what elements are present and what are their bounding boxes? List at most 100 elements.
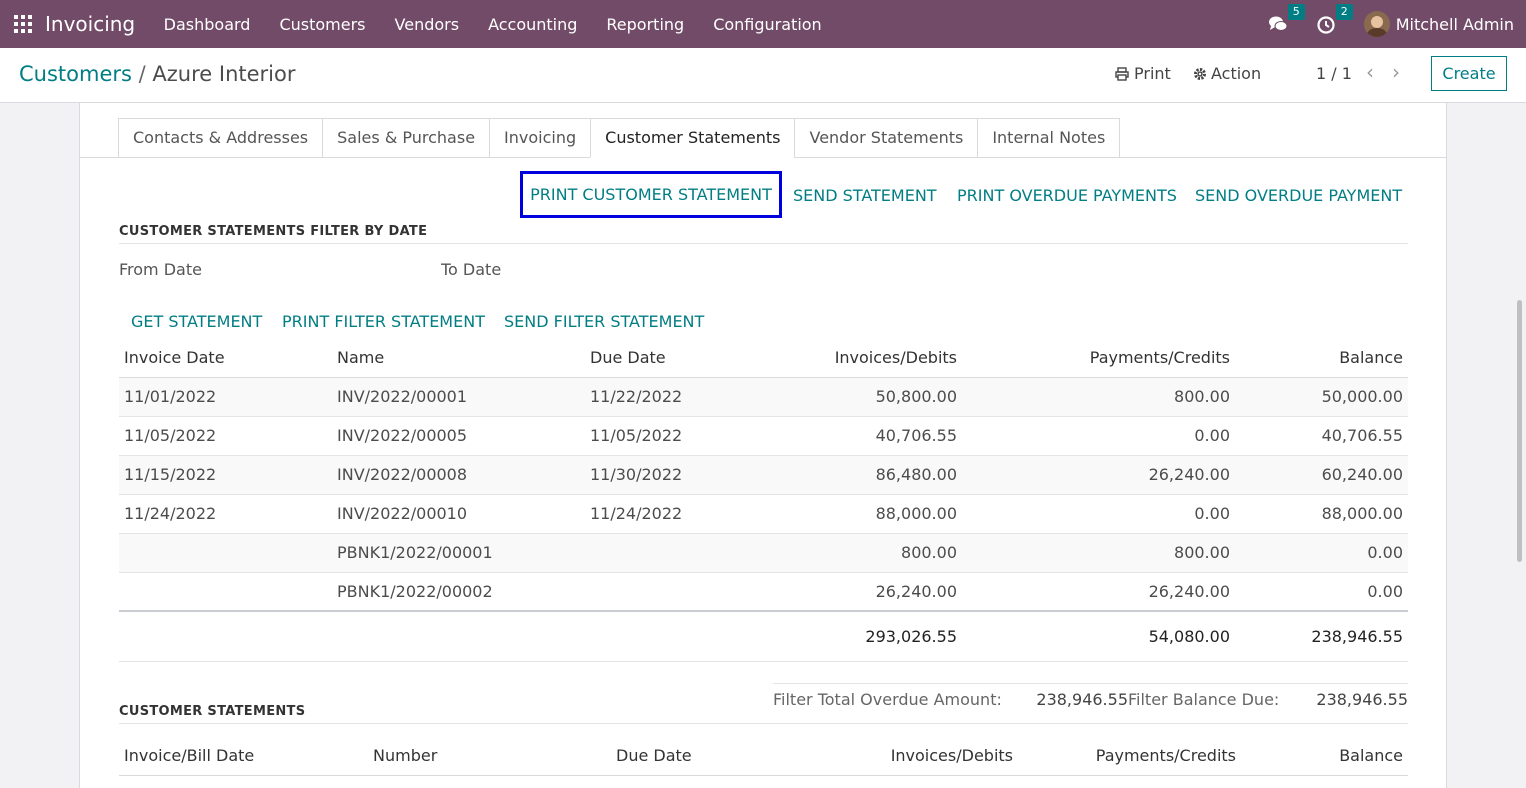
table-row[interactable]: 11/05/2022 INV/2022/00005 11/05/2022 40,… <box>119 416 1408 456</box>
filter-balance-value: 238,946.55 <box>1316 690 1408 709</box>
pager-next-icon[interactable]: › <box>1392 60 1400 84</box>
activities-badge: 2 <box>1335 4 1353 20</box>
cell-payments-credits: 0.00 <box>962 416 1235 456</box>
tab-invoicing[interactable]: Invoicing <box>489 118 591 158</box>
column-header-invoices-debits[interactable]: Invoices/Debits <box>745 339 962 378</box>
column-header-balance[interactable]: Balance <box>1241 737 1408 776</box>
total-balance: 238,946.55 <box>1235 610 1408 662</box>
cell-payments-credits: 800.00 <box>962 377 1235 417</box>
cell-invoices-debits: 26,240.00 <box>745 572 962 612</box>
column-header-invoices-debits[interactable]: Invoices/Debits <box>771 737 1018 776</box>
pager-value[interactable]: 1 / 1 <box>1316 64 1352 83</box>
tab-vendor-statements[interactable]: Vendor Statements <box>794 118 978 158</box>
overdue-summary-divider <box>773 683 1128 684</box>
column-header-name[interactable]: Name <box>332 339 585 378</box>
cell-due-date: 11/22/2022 <box>585 377 745 417</box>
total-invoices-debits: 293,026.55 <box>745 610 962 662</box>
cell-invoices-debits: 800.00 <box>745 533 962 573</box>
top-navbar: Invoicing Dashboard Customers Vendors Ac… <box>0 0 1526 48</box>
menu-configuration[interactable]: Configuration <box>699 15 837 34</box>
print-filter-statement-button[interactable]: PRINT FILTER STATEMENT <box>282 312 485 331</box>
app-name[interactable]: Invoicing <box>45 12 135 36</box>
cell-invoice-date: 11/05/2022 <box>119 416 332 456</box>
cell-due-date: 11/24/2022 <box>585 494 745 534</box>
cell-invoices-debits: 86,480.00 <box>745 455 962 495</box>
to-date-label: To Date <box>441 260 502 279</box>
send-filter-statement-button[interactable]: SEND FILTER STATEMENT <box>504 312 704 331</box>
column-header-invoice-bill-date[interactable]: Invoice/Bill Date <box>119 737 368 776</box>
print-overdue-payments-button[interactable]: PRINT OVERDUE PAYMENTS <box>957 186 1177 205</box>
table-row[interactable]: PBNK1/2022/00002 26,240.00 26,240.00 0.0… <box>119 572 1408 612</box>
cell-invoice-date <box>119 572 332 612</box>
cell-balance: 0.00 <box>1235 533 1408 573</box>
messages-button[interactable]: 5 <box>1268 4 1305 34</box>
table-row[interactable]: 11/24/2022 INV/2022/00010 11/24/2022 88,… <box>119 494 1408 534</box>
filter-balance-label: Filter Balance Due: <box>1128 690 1280 709</box>
page-scrollbar[interactable] <box>1517 300 1522 562</box>
column-header-payments-credits[interactable]: Payments/Credits <box>1018 737 1241 776</box>
menu-reporting[interactable]: Reporting <box>592 15 699 34</box>
send-statement-button[interactable]: SEND STATEMENT <box>793 186 937 205</box>
send-overdue-payment-button[interactable]: SEND OVERDUE PAYMENT <box>1195 186 1402 205</box>
user-name[interactable]: Mitchell Admin <box>1396 15 1514 34</box>
tab-internal-notes[interactable]: Internal Notes <box>977 118 1121 158</box>
cell-invoices-debits: 40,706.55 <box>745 416 962 456</box>
menu-customers[interactable]: Customers <box>265 15 380 34</box>
cell-payments-credits: 26,240.00 <box>962 572 1235 612</box>
notebook-tabs: Contacts & Addresses Sales & Purchase In… <box>118 118 1121 158</box>
table-row[interactable]: 11/15/2022 INV/2022/00008 11/30/2022 86,… <box>119 455 1408 495</box>
menu-vendors[interactable]: Vendors <box>380 15 474 34</box>
table-row[interactable]: 11/01/2022 INV/2022/00001 11/22/2022 50,… <box>119 377 1408 417</box>
action-button[interactable]: Action <box>1193 64 1261 83</box>
apps-grid-icon[interactable] <box>14 15 32 33</box>
filter-section-title: CUSTOMER STATEMENTS FILTER BY DATE <box>119 224 428 239</box>
cell-balance: 50,000.00 <box>1235 377 1408 417</box>
filter-overdue-value: 238,946.55 <box>1036 690 1128 709</box>
filter-statement-table: Invoice Date Name Due Date Invoices/Debi… <box>119 339 1408 662</box>
create-button[interactable]: Create <box>1431 56 1507 91</box>
cell-balance: 60,240.00 <box>1235 455 1408 495</box>
tab-contacts-addresses[interactable]: Contacts & Addresses <box>118 118 323 158</box>
cell-due-date: 11/30/2022 <box>585 455 745 495</box>
table-row[interactable]: PBNK1/2022/00001 800.00 800.00 0.00 <box>119 533 1408 573</box>
chat-icon <box>1268 16 1288 31</box>
cell-name: PBNK1/2022/00001 <box>332 533 585 573</box>
menu-accounting[interactable]: Accounting <box>474 15 592 34</box>
column-header-balance[interactable]: Balance <box>1235 339 1408 378</box>
print-customer-statement-button[interactable]: PRINT CUSTOMER STATEMENT <box>520 171 782 218</box>
get-statement-button[interactable]: GET STATEMENT <box>131 312 262 331</box>
control-panel: Customers / Azure Interior Print Action … <box>0 48 1526 103</box>
form-sheet: Contacts & Addresses Sales & Purchase In… <box>79 103 1447 788</box>
tab-customer-statements[interactable]: Customer Statements <box>590 118 795 158</box>
cell-invoice-date: 11/01/2022 <box>119 377 332 417</box>
total-payments-credits: 54,080.00 <box>962 610 1235 662</box>
breadcrumb-customers[interactable]: Customers <box>19 62 132 86</box>
cell-invoice-date: 11/24/2022 <box>119 494 332 534</box>
print-customer-statement-label: PRINT CUSTOMER STATEMENT <box>530 185 772 204</box>
breadcrumb-separator: / <box>138 62 146 86</box>
column-header-due-date[interactable]: Due Date <box>585 339 745 378</box>
from-date-label: From Date <box>119 260 202 279</box>
pager-previous-icon[interactable]: ‹ <box>1366 60 1374 84</box>
column-header-number[interactable]: Number <box>368 737 611 776</box>
column-header-invoice-date[interactable]: Invoice Date <box>119 339 332 378</box>
balance-summary-divider <box>1128 683 1408 684</box>
column-header-payments-credits[interactable]: Payments/Credits <box>962 339 1235 378</box>
menu-dashboard[interactable]: Dashboard <box>149 15 265 34</box>
user-avatar[interactable] <box>1363 11 1390 37</box>
tab-sales-purchase[interactable]: Sales & Purchase <box>322 118 490 158</box>
cell-invoices-debits: 50,800.00 <box>745 377 962 417</box>
cell-invoice-date <box>119 533 332 573</box>
cell-invoice-date: 11/15/2022 <box>119 455 332 495</box>
breadcrumb-current: Azure Interior <box>152 62 296 86</box>
activities-button[interactable]: 2 <box>1316 4 1353 34</box>
cell-due-date <box>585 572 745 612</box>
totals-row: 293,026.55 54,080.00 238,946.55 <box>119 610 1408 662</box>
print-button[interactable]: Print <box>1115 64 1171 83</box>
messages-badge: 5 <box>1287 4 1305 20</box>
cell-payments-credits: 0.00 <box>962 494 1235 534</box>
cell-name: INV/2022/00001 <box>332 377 585 417</box>
table-header-row: Invoice Date Name Due Date Invoices/Debi… <box>119 339 1408 378</box>
gear-icon <box>1194 67 1206 80</box>
column-header-due-date[interactable]: Due Date <box>611 737 771 776</box>
